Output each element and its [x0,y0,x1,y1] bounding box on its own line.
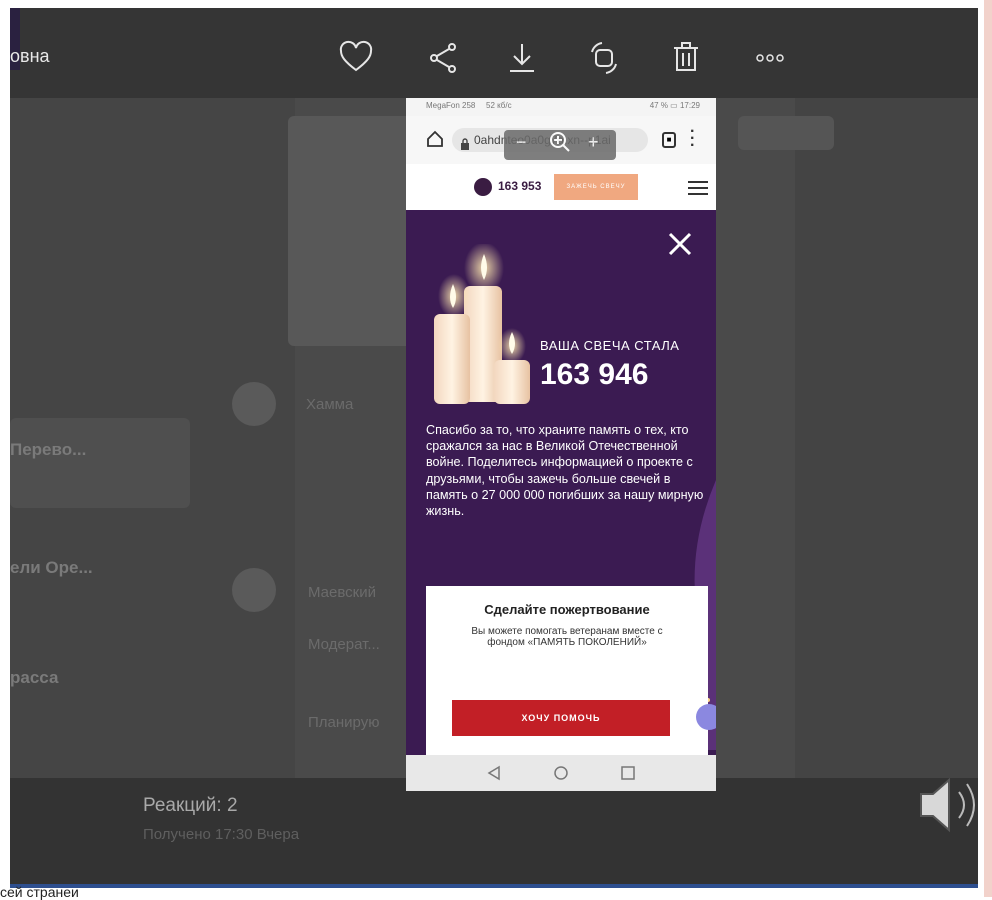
background-right [795,98,978,778]
blurred-chat-title: расса [10,668,59,687]
android-nav-bar [406,755,716,791]
trash-icon[interactable] [666,38,706,78]
help-button[interactable]: ХОЧУ ПОМОЧЬ [452,700,670,736]
slide-frame: Перево... ели Оре... расса Хамма Маевски… [0,0,992,900]
blurred-message: Маевский [308,584,376,601]
battery-level: 47 % [649,101,668,110]
zoom-icon [548,130,572,159]
taskbar-strip [10,884,978,888]
site-header: 163 953 ЗАЖЕЧЬ СВЕЧУ [406,164,716,210]
candle-modal: ВАША СВЕЧА СТАЛА 163 946 Спасибо за то, … [406,210,716,755]
rotate-icon[interactable] [584,38,624,78]
footer-caption: сей странеи [0,884,79,900]
download-icon[interactable] [502,38,542,78]
blurred-chat-title: Перево... [10,440,87,459]
home-nav-icon[interactable] [553,765,569,781]
light-candle-button[interactable]: ЗАЖЕЧЬ СВЕЧУ [554,174,638,200]
reactions-count[interactable]: Реакций: 2 [143,795,238,817]
clock: 17:29 [679,101,700,110]
network-speed: 52 кб/с [486,101,512,110]
donate-card: Сделайте пожертвование Вы можете помогат… [426,586,716,755]
lock-icon [460,134,470,150]
heart-icon[interactable] [336,38,376,78]
blurred-list-item [10,418,190,508]
home-icon[interactable] [426,130,444,148]
hamburger-menu-icon[interactable] [688,181,708,195]
share-icon[interactable] [424,38,464,78]
chat-bubble-icon[interactable] [696,704,716,730]
phone-status-bar: MegaFon 258 52 кб/с 47 % ▭ 17:29 [406,98,716,116]
candle-became-label: ВАША СВЕЧА СТАЛА [540,338,680,353]
menu-dots-icon[interactable]: · · · [690,124,696,154]
back-icon[interactable] [486,765,502,781]
speaker-icon[interactable] [915,770,985,840]
blurred-button [738,116,834,150]
zoom-out-button[interactable]: − [516,132,527,153]
blurred-message: Планирую [308,714,380,731]
candle-counter: 163 953 [498,179,542,193]
carrier-label: MegaFon 258 [426,101,476,110]
status-right: 47 % ▭ 17:29 [650,101,700,110]
candle-number: 163 946 [540,358,649,391]
zoom-in-button[interactable]: + [588,132,599,153]
slide-border [984,0,992,897]
close-icon[interactable] [666,230,694,258]
sender-name: овна [10,46,50,66]
donate-text: Вы можете помогать ветеранам вместе с фо… [471,626,663,648]
received-timestamp: Получено 17:30 Вчера [143,826,300,843]
phone-screenshot: MegaFon 258 52 кб/с 47 % ▭ 17:29 0ahdnte… [406,98,716,791]
donate-title: Сделайте пожертвование [484,602,650,617]
tabs-icon[interactable]: ■ [662,132,676,148]
battery-icon: ▭ [670,101,678,110]
more-icon[interactable] [750,38,790,78]
zoom-control[interactable]: − + [504,130,616,160]
viewer-toolbar: овна [10,8,978,98]
user-icon [474,178,492,196]
candles-illustration [428,242,558,404]
browser-url-bar: 0ahdnteo0a0g7a.xn--p1ai ■ ··· − + [406,116,716,164]
blurred-chat-title: ели Оре... [10,558,93,577]
blurred-avatar [232,568,276,612]
recents-icon[interactable] [620,765,636,781]
blurred-message: Хамма [306,396,354,413]
blurred-avatar [232,382,276,426]
blurred-message: Модерат... [308,636,380,653]
